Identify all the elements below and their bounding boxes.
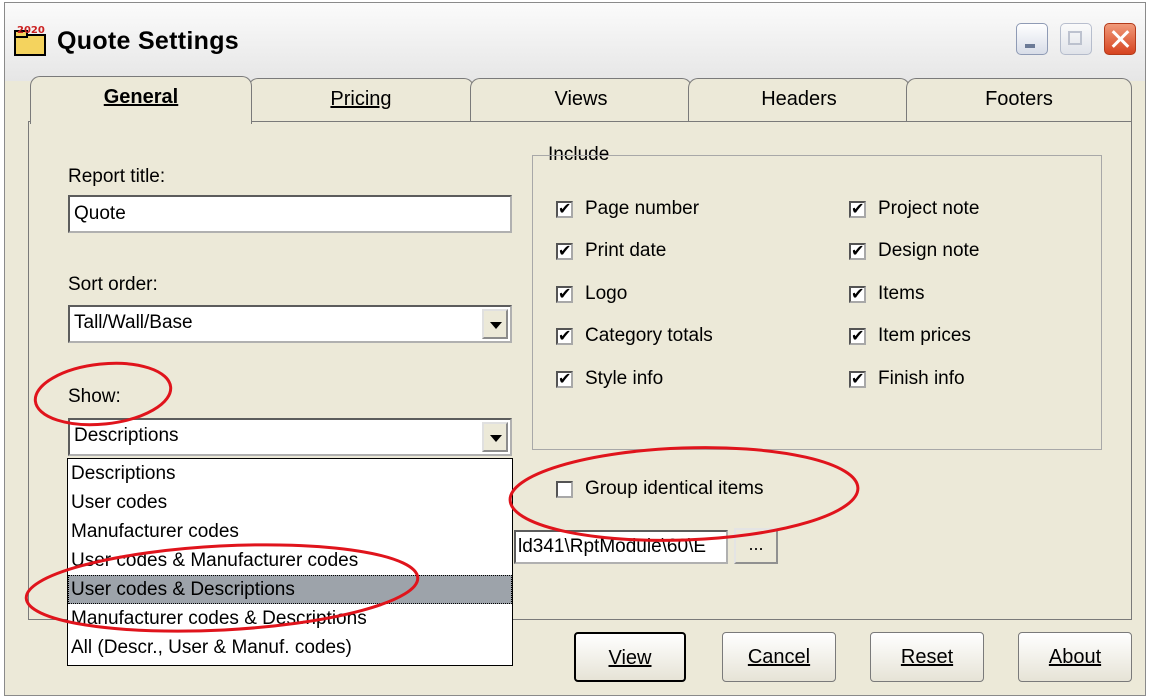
- sort-order-dropdown-arrow-icon[interactable]: [482, 309, 508, 339]
- checkbox-items[interactable]: Items: [849, 283, 924, 305]
- window-title: Quote Settings: [57, 27, 239, 55]
- app-folder-icon: 2020: [14, 25, 46, 56]
- minimize-button[interactable]: [1016, 23, 1048, 55]
- tab-pricing[interactable]: Pricing: [248, 78, 474, 122]
- dropdown-option[interactable]: All (Descr., User & Manuf. codes): [68, 633, 512, 662]
- sort-order-value: Tall/Wall/Base: [74, 312, 193, 333]
- report-title-input[interactable]: Quote: [68, 195, 512, 233]
- checkbox-label: Item prices: [878, 325, 971, 346]
- dropdown-option[interactable]: User codes & Manufacturer codes: [68, 546, 512, 575]
- checkbox-icon[interactable]: [849, 199, 866, 218]
- template-path-input[interactable]: ld341\RptModule\60\E: [514, 530, 728, 564]
- tab-headers[interactable]: Headers: [688, 78, 910, 122]
- checkbox-logo[interactable]: Logo: [556, 283, 627, 305]
- checkbox-page-number[interactable]: Page number: [556, 198, 699, 220]
- checkbox-icon[interactable]: [849, 284, 866, 303]
- checkbox-label: Category totals: [585, 325, 713, 346]
- about-button[interactable]: About: [1018, 632, 1132, 682]
- show-label: Show:: [68, 386, 121, 407]
- tab-general[interactable]: General: [30, 76, 252, 124]
- maximize-button[interactable]: [1060, 23, 1092, 55]
- show-value: Descriptions: [74, 425, 179, 446]
- browse-button[interactable]: ...: [734, 528, 778, 564]
- checkbox-icon[interactable]: [556, 326, 573, 345]
- checkbox-label: Style info: [585, 368, 664, 389]
- checkbox-icon[interactable]: [556, 199, 573, 218]
- checkbox-icon[interactable]: [849, 326, 866, 345]
- checkbox-label: Project note: [878, 198, 980, 219]
- checkbox-label: Items: [878, 283, 925, 304]
- view-button[interactable]: View: [574, 632, 686, 682]
- dropdown-option[interactable]: Descriptions: [68, 459, 512, 488]
- checkbox-label: Design note: [878, 240, 980, 261]
- dropdown-option[interactable]: Manufacturer codes: [68, 517, 512, 546]
- checkbox-finish-info[interactable]: Finish info: [849, 368, 965, 390]
- checkbox-label: Finish info: [878, 368, 965, 389]
- checkbox-project-note[interactable]: Project note: [849, 198, 979, 220]
- checkbox-icon[interactable]: [556, 369, 573, 388]
- close-button[interactable]: [1104, 23, 1136, 55]
- checkbox-icon[interactable]: [556, 480, 573, 498]
- checkbox-group-identical-items[interactable]: Group identical items: [556, 478, 763, 500]
- checkbox-label: Print date: [585, 240, 667, 261]
- cancel-button[interactable]: Cancel: [722, 632, 836, 682]
- reset-button[interactable]: Reset: [870, 632, 984, 682]
- tab-views[interactable]: Views: [470, 78, 692, 122]
- dropdown-option[interactable]: User codes: [68, 488, 512, 517]
- checkbox-category-totals[interactable]: Category totals: [556, 325, 713, 347]
- checkbox-label: Group identical items: [585, 478, 764, 499]
- checkbox-label: Logo: [585, 283, 628, 304]
- checkbox-icon[interactable]: [556, 284, 573, 303]
- dropdown-option-selected[interactable]: User codes & Descriptions: [68, 575, 512, 604]
- checkbox-icon[interactable]: [556, 241, 573, 260]
- checkbox-icon[interactable]: [849, 369, 866, 388]
- checkbox-design-note[interactable]: Design note: [849, 240, 979, 262]
- checkbox-style-info[interactable]: Style info: [556, 368, 663, 390]
- tab-footers[interactable]: Footers: [906, 78, 1132, 122]
- checkbox-icon[interactable]: [849, 241, 866, 260]
- show-dropdown-list: Descriptions User codes Manufacturer cod…: [67, 458, 513, 666]
- checkbox-print-date[interactable]: Print date: [556, 240, 666, 262]
- sort-order-label: Sort order:: [68, 274, 158, 295]
- sort-order-select[interactable]: Tall/Wall/Base: [68, 305, 512, 343]
- show-select[interactable]: Descriptions: [68, 418, 512, 456]
- show-dropdown-arrow-icon[interactable]: [482, 422, 508, 452]
- report-title-label: Report title:: [68, 166, 166, 187]
- checkbox-item-prices[interactable]: Item prices: [849, 325, 971, 347]
- title-bar: 2020 Quote Settings: [5, 3, 1145, 81]
- checkbox-label: Page number: [585, 198, 700, 219]
- dropdown-option[interactable]: Manufacturer codes & Descriptions: [68, 604, 512, 633]
- app-icon-text: 2020: [17, 25, 45, 36]
